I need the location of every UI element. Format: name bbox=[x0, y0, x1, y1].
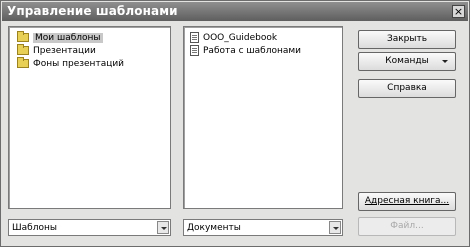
folder-item[interactable]: Презентации bbox=[17, 44, 96, 57]
document-icon bbox=[190, 45, 199, 56]
folder-icon bbox=[17, 57, 29, 68]
commands-button[interactable]: Команды bbox=[358, 52, 456, 71]
file-button-label: Файл... bbox=[390, 221, 424, 231]
right-category-value: Документы bbox=[187, 223, 241, 233]
document-label: Работа с шаблонами bbox=[203, 45, 302, 56]
window-title: Управление шаблонами bbox=[7, 4, 178, 18]
help-button-label: Справка bbox=[387, 83, 427, 93]
right-document-list[interactable]: OOO_Guidebook Работа с шаблонами bbox=[183, 26, 343, 209]
address-book-button-label: Адресная книга... bbox=[364, 196, 450, 206]
document-label: OOO_Guidebook bbox=[203, 32, 278, 43]
document-item[interactable]: Работа с шаблонами bbox=[190, 44, 301, 57]
title-bar: Управление шаблонами × bbox=[2, 2, 468, 21]
folder-icon bbox=[17, 44, 29, 55]
folder-label: Мои шаблоны bbox=[33, 32, 103, 43]
file-button[interactable]: Файл... bbox=[358, 217, 456, 236]
folder-item[interactable]: Фоны презентаций bbox=[17, 57, 124, 70]
chevron-down-icon[interactable] bbox=[329, 221, 341, 234]
folder-label: Презентации bbox=[33, 45, 96, 56]
left-folder-list[interactable]: Мои шаблоны Презентации Фоны презентаций bbox=[8, 26, 171, 209]
folder-icon bbox=[17, 31, 29, 42]
folder-item[interactable]: Мои шаблоны bbox=[17, 31, 103, 44]
help-button[interactable]: Справка bbox=[358, 79, 456, 98]
document-icon bbox=[190, 32, 199, 43]
template-manager-window: Управление шаблонами × Мои шаблоны Презе… bbox=[0, 0, 470, 247]
close-button[interactable]: Закрыть bbox=[358, 30, 456, 49]
left-category-value: Шаблоны bbox=[12, 223, 57, 233]
left-category-select[interactable]: Шаблоны bbox=[8, 219, 171, 236]
address-book-button[interactable]: Адресная книга... bbox=[358, 192, 456, 211]
document-item[interactable]: OOO_Guidebook bbox=[190, 31, 277, 44]
commands-button-label: Команды bbox=[385, 56, 429, 66]
chevron-down-icon bbox=[442, 60, 448, 63]
close-icon[interactable]: × bbox=[452, 5, 465, 18]
close-button-label: Закрыть bbox=[386, 34, 428, 44]
chevron-down-icon[interactable] bbox=[157, 221, 169, 234]
right-category-select[interactable]: Документы bbox=[183, 219, 343, 236]
folder-label: Фоны презентаций bbox=[33, 58, 125, 69]
